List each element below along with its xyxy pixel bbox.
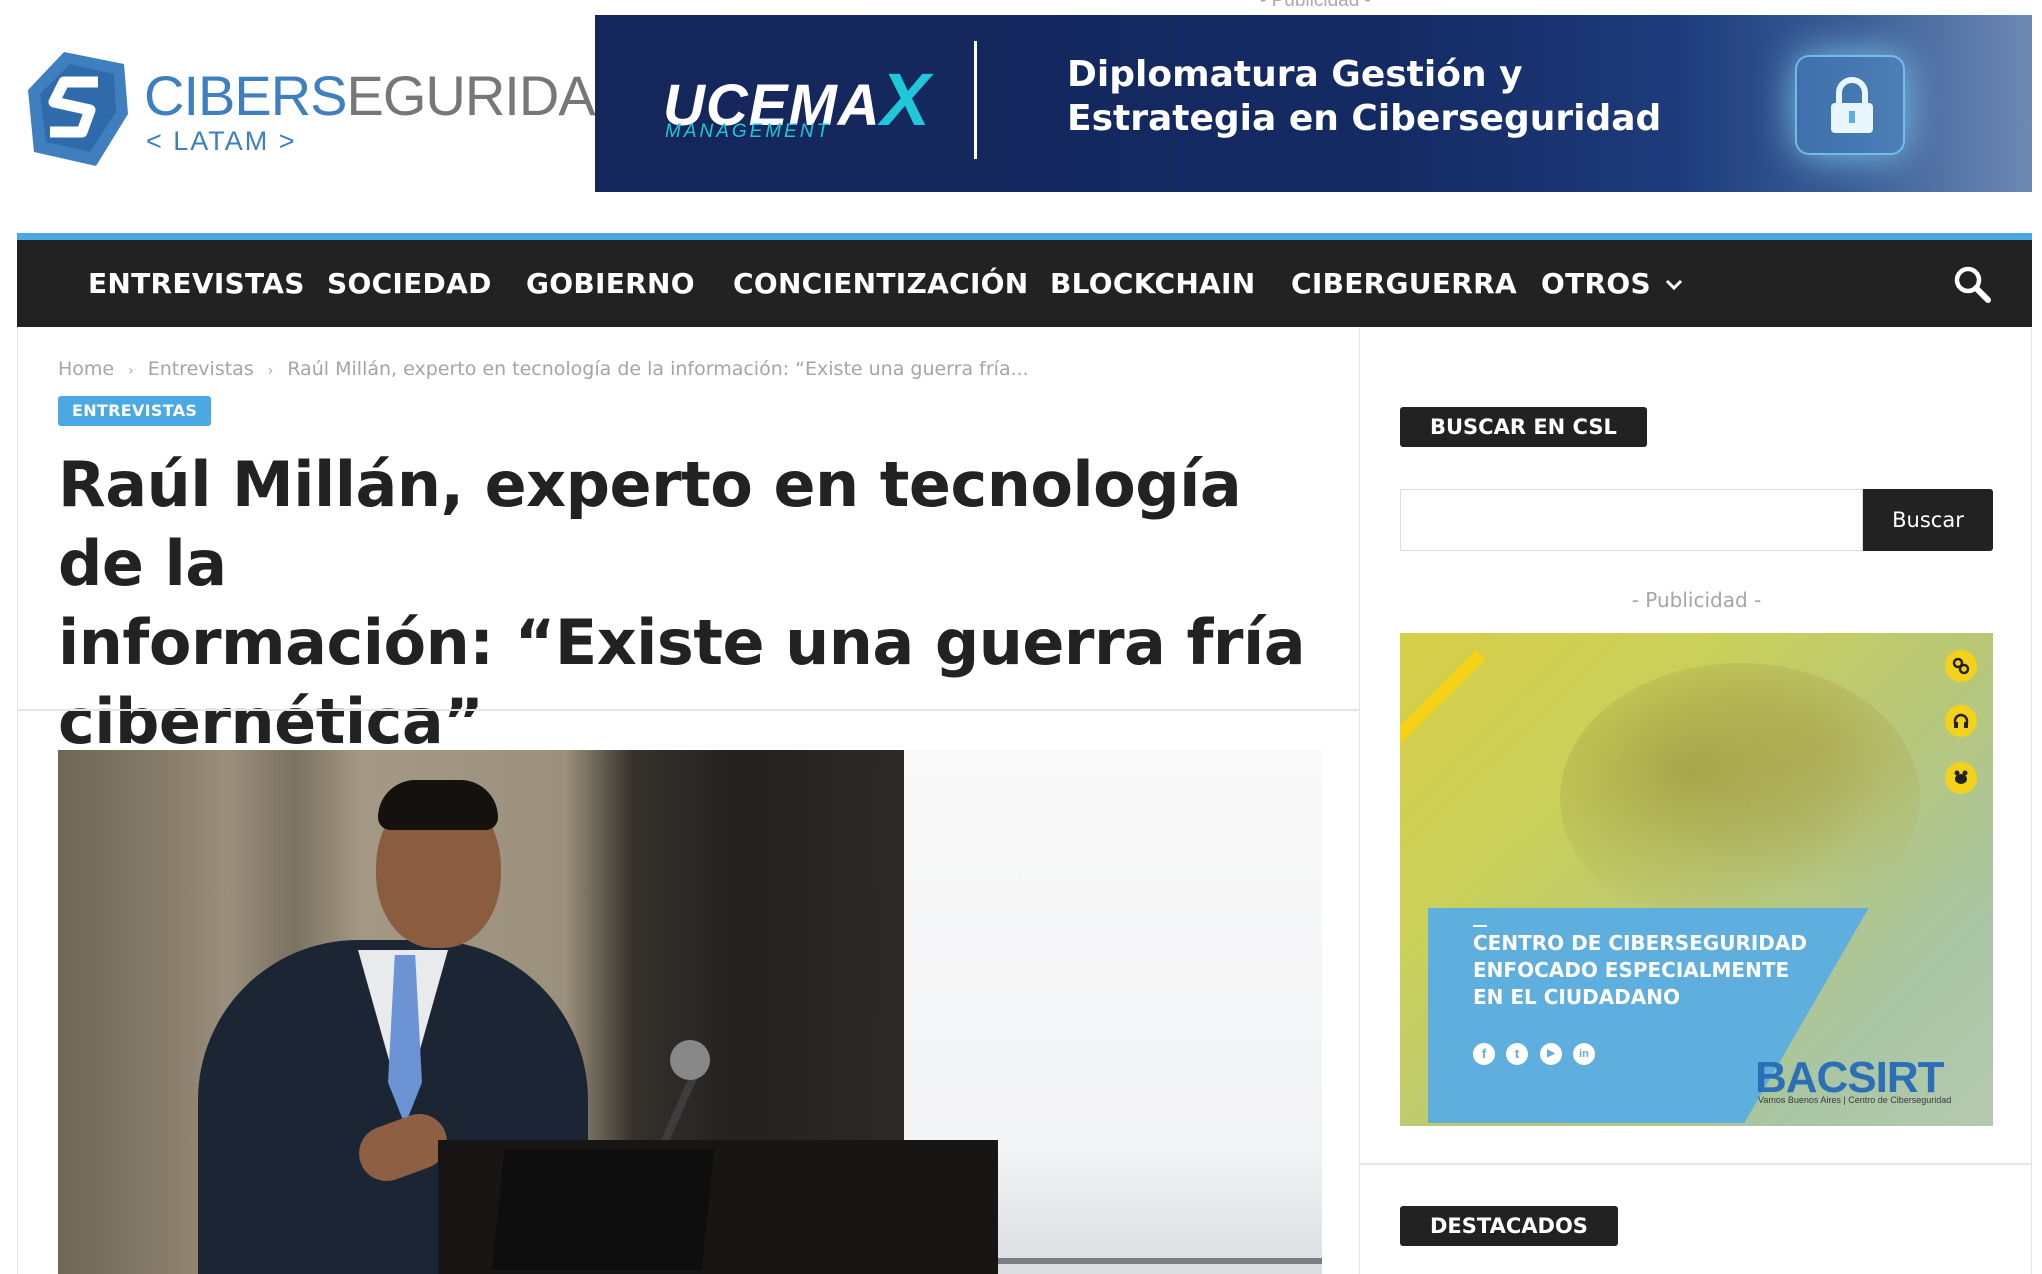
- top-ad-label: - Publicidad -: [1260, 0, 1371, 11]
- sidebar-featured-title: DESTACADOS: [1400, 1206, 1618, 1246]
- nav-item-gobierno[interactable]: GOBIERNO: [526, 240, 695, 327]
- lock-icon: [1795, 55, 1905, 155]
- divider: [1360, 1163, 2032, 1165]
- sidebar-search-title: BUSCAR EN CSL: [1400, 407, 1647, 447]
- sidebar-ad-banner[interactable]: CENTRO DE CIBERSEGURIDAD ENFOCADO ESPECI…: [1400, 633, 1993, 1126]
- site-logo[interactable]: CIBERSEGURIDAD < LATAM >: [24, 48, 635, 174]
- microphone-icon: [670, 1040, 710, 1080]
- sidebar-search-button[interactable]: Buscar: [1863, 489, 1993, 551]
- chevron-right-icon: ›: [267, 363, 274, 379]
- top-banner-ad[interactable]: UCEMAX MANAGEMENT Diplomatura Gestión y …: [595, 15, 2032, 192]
- banner-divider: [974, 41, 977, 159]
- youtube-icon: ▶: [1540, 1043, 1562, 1065]
- photo-speaker-hair: [378, 780, 498, 830]
- divider: [2031, 327, 2032, 1274]
- search-icon[interactable]: [1952, 264, 1992, 304]
- facebook-icon: f: [1473, 1043, 1495, 1065]
- breadcrumb-current: Raúl Millán, experto en tecnología de la…: [287, 358, 1029, 380]
- breadcrumb-category[interactable]: Entrevistas: [148, 358, 254, 380]
- chevron-right-icon: ›: [128, 363, 134, 379]
- headset-icon: [1945, 705, 1977, 737]
- sidebar-ad-label: - Publicidad -: [1631, 588, 1762, 612]
- sidebar-search-input[interactable]: [1400, 489, 1863, 551]
- banner-brand-sub: MANAGEMENT: [665, 121, 832, 142]
- twitter-icon: t: [1506, 1043, 1528, 1065]
- category-badge[interactable]: ENTREVISTAS: [58, 396, 212, 426]
- nav-item-blockchain[interactable]: BLOCKCHAIN: [1050, 240, 1255, 327]
- logo-shield-icon: [28, 52, 128, 166]
- divider: [17, 709, 1360, 711]
- breadcrumb-home[interactable]: Home: [58, 358, 114, 380]
- ad-photo: [1560, 663, 1920, 933]
- logo-wordmark: CIBERSEGURIDAD: [144, 64, 635, 127]
- ad-stripe: [1400, 649, 1486, 751]
- nav-item-sociedad[interactable]: SOCIEDAD: [327, 240, 492, 327]
- ad-headline: CENTRO DE CIBERSEGURIDAD ENFOCADO ESPECI…: [1473, 931, 1807, 1009]
- nav-item-otros[interactable]: OTROS: [1541, 240, 1683, 327]
- breadcrumb: Home › Entrevistas › Raúl Millán, experto en…: [58, 358, 1029, 380]
- main-nav: ENTREVISTAS SOCIEDAD GOBIERNO CONCIENTIZ…: [17, 233, 2032, 327]
- nav-item-ciberguerra[interactable]: CIBERGUERRA: [1291, 240, 1517, 327]
- link-icon: [1945, 650, 1977, 682]
- ad-logo-sub: Vamos Buenos Aires | Centro de Cibersegu…: [1758, 1095, 1952, 1105]
- bug-icon: [1945, 762, 1977, 794]
- chevron-down-icon: [1665, 242, 1683, 329]
- ad-dash: [1473, 925, 1487, 927]
- banner-title: Diplomatura Gestión y Estrategia en Cibe…: [1067, 54, 1662, 139]
- article-title: Raúl Millán, experto en tecnología de la…: [58, 448, 1306, 758]
- nav-item-entrevistas[interactable]: ENTREVISTAS: [88, 240, 305, 327]
- logo-tagline: < LATAM >: [146, 126, 297, 156]
- linkedin-icon: in: [1573, 1043, 1595, 1065]
- photo-laptop: [491, 1150, 715, 1270]
- nav-item-otros-label: OTROS: [1541, 267, 1651, 300]
- article-featured-image[interactable]: [58, 750, 1322, 1274]
- nav-item-concientizacion[interactable]: CONCIENTIZACIÓN: [733, 240, 1029, 327]
